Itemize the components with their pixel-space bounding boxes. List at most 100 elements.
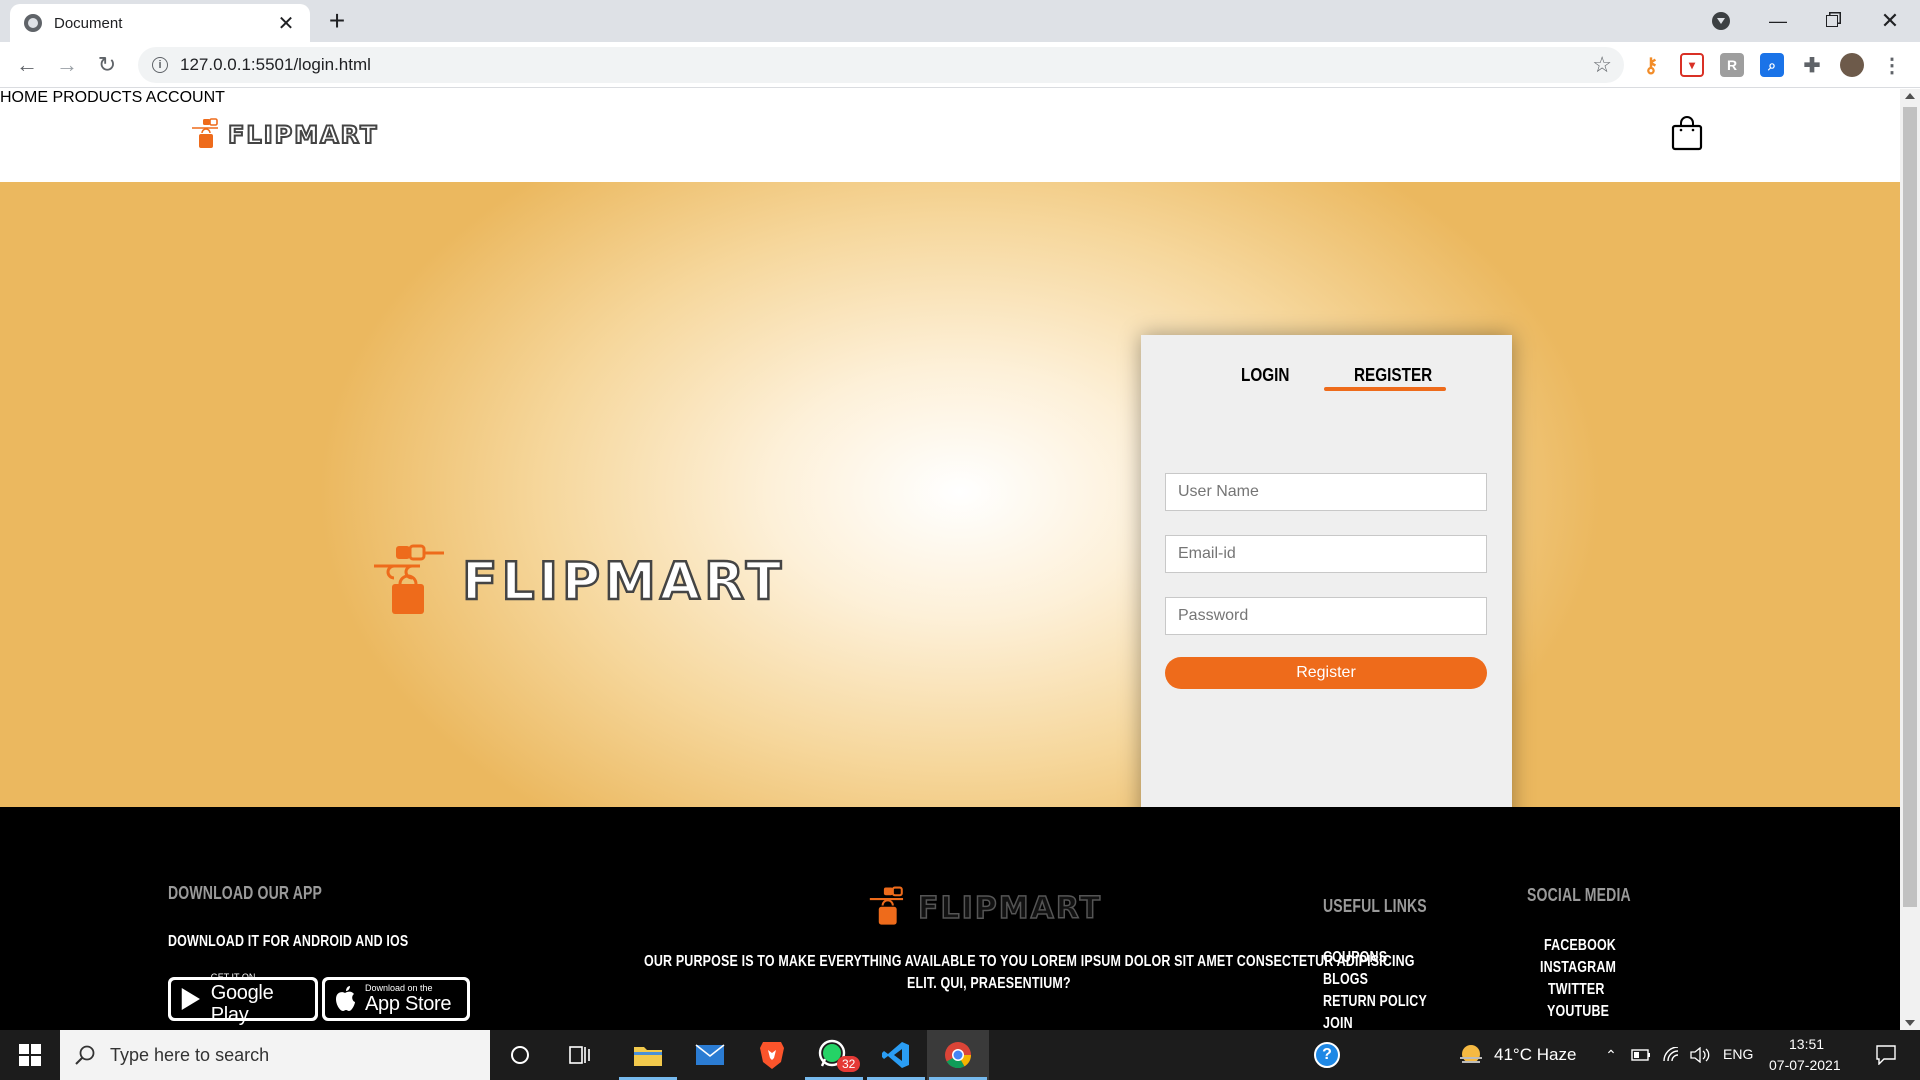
browser-tab-bar: Document ✕ + — ✕	[0, 0, 1920, 42]
new-tab-button[interactable]: +	[322, 6, 352, 36]
scroll-down-icon[interactable]	[1905, 1020, 1915, 1026]
register-tab-indicator	[1324, 387, 1446, 391]
profile-avatar[interactable]	[1840, 53, 1864, 77]
weather-haze-icon	[1456, 1030, 1486, 1080]
shopping-bag-logo-icon	[374, 544, 444, 614]
tab-title: Document	[54, 14, 123, 32]
footer-brand-text: FLIPMART	[917, 890, 1103, 927]
mail-icon[interactable]	[679, 1030, 741, 1080]
apple-icon	[336, 986, 355, 1011]
app-store-big-text: App Store	[365, 993, 452, 1015]
whatsapp-badge: 32	[837, 1056, 861, 1072]
link-youtube[interactable]: YOUTUBE	[1547, 1001, 1609, 1023]
link-return-policy[interactable]: RETURN POLICY	[1323, 991, 1427, 1013]
username-input[interactable]	[1165, 473, 1487, 511]
reader-extension-icon[interactable]: R	[1720, 53, 1744, 77]
google-play-big-text: Google Play	[210, 982, 274, 1026]
clock-time[interactable]: 13:51	[1789, 1036, 1824, 1052]
menu-kebab-icon[interactable]: ⋮	[1880, 53, 1904, 77]
tab-search-icon[interactable]	[1708, 0, 1734, 42]
brave-browser-icon[interactable]	[741, 1030, 803, 1080]
globe-icon	[24, 14, 42, 32]
file-explorer-icon[interactable]	[617, 1030, 679, 1080]
key-extension-icon[interactable]: ⚷	[1639, 53, 1663, 77]
site-header: FLIPMART HOME PRODUCTS ACCOUNT	[0, 89, 1900, 182]
taskbar-search-box[interactable]: Type here to search	[60, 1030, 490, 1080]
windows-taskbar: Type here to search 32 ? 41°C Haze ⌃ ENG…	[0, 1030, 1920, 1080]
minimize-button[interactable]: —	[1758, 0, 1798, 42]
weather-text[interactable]: 41°C Haze	[1494, 1045, 1576, 1065]
password-input[interactable]	[1165, 597, 1487, 635]
wifi-icon[interactable]	[1660, 1030, 1682, 1080]
browser-toolbar: ← → ↻ i 127.0.0.1:5501/login.html ☆ ⚷ ▾ …	[0, 42, 1920, 88]
scrollbar-thumb[interactable]	[1903, 107, 1917, 907]
cortana-icon[interactable]	[496, 1030, 544, 1080]
page-viewport: FLIPMART HOME PRODUCTS ACCOUNT FLIPMART …	[0, 89, 1900, 1030]
purpose-line-1: OUR PURPOSE IS TO MAKE EVERYTHING AVAILA…	[644, 953, 1415, 970]
close-window-button[interactable]: ✕	[1870, 0, 1910, 42]
bookmark-star-icon[interactable]: ☆	[1592, 52, 1612, 78]
header-brand-text: FLIPMART	[227, 120, 379, 150]
volume-icon[interactable]	[1688, 1030, 1712, 1080]
windows-logo-icon	[19, 1044, 41, 1066]
email-input[interactable]	[1165, 535, 1487, 573]
battery-icon[interactable]	[1630, 1030, 1652, 1080]
header-logo[interactable]: FLIPMART	[190, 117, 378, 153]
tab-close-icon[interactable]: ✕	[276, 11, 296, 36]
link-join[interactable]: JOIN	[1323, 1013, 1353, 1030]
main-nav: HOME PRODUCTS ACCOUNT	[0, 89, 1900, 107]
page-scrollbar[interactable]	[1900, 89, 1920, 1030]
screen: Document ✕ + — ✕ ← → ↻ i 127.0.0.1:5501/…	[0, 0, 1920, 1080]
address-bar[interactable]: i 127.0.0.1:5501/login.html ☆	[138, 47, 1624, 83]
site-footer: DOWNLOAD OUR APP DOWNLOAD IT FOR ANDROID…	[0, 807, 1900, 1030]
nav-products-link[interactable]: PRODUCTS	[52, 89, 142, 106]
taskbar-search-text: Type here to search	[110, 1044, 270, 1065]
auth-card: LOGIN REGISTER Register	[1141, 335, 1512, 829]
link-coupons[interactable]: COUPONS	[1323, 947, 1387, 969]
register-tab[interactable]: REGISTER	[1354, 365, 1432, 386]
login-tab[interactable]: LOGIN	[1241, 365, 1289, 386]
link-instagram[interactable]: INSTAGRAM	[1540, 957, 1616, 979]
chrome-icon[interactable]	[927, 1030, 989, 1080]
play-triangle-icon	[181, 988, 200, 1010]
hero-section: FLIPMART LOGIN REGISTER Register	[0, 182, 1900, 829]
shopping-bag-logo-icon	[869, 886, 904, 925]
useful-links-title: USEFUL LINKS	[1323, 896, 1427, 916]
purpose-line-2: ELIT. QUI, PRAESENTIUM?	[907, 975, 1071, 992]
link-twitter[interactable]: TWITTER	[1548, 979, 1605, 1001]
search-icon	[75, 1045, 95, 1065]
url-text[interactable]: 127.0.0.1:5501/login.html	[180, 55, 1592, 75]
vscode-icon[interactable]	[865, 1030, 927, 1080]
forward-arrow-icon[interactable]: →	[52, 50, 82, 80]
link-blogs[interactable]: BLOGS	[1323, 969, 1368, 991]
restore-button[interactable]	[1812, 0, 1852, 42]
tray-chevron-up-icon[interactable]: ⌃	[1600, 1030, 1622, 1080]
reload-icon[interactable]: ↻	[92, 50, 122, 80]
notifications-icon[interactable]	[1866, 1030, 1906, 1080]
start-button[interactable]	[0, 1030, 60, 1080]
back-arrow-icon[interactable]: ←	[12, 50, 42, 80]
scroll-up-icon[interactable]	[1905, 93, 1915, 99]
register-button[interactable]: Register	[1165, 657, 1487, 689]
google-play-button[interactable]: GET IT ON Google Play	[168, 972, 318, 1026]
download-app-title: DOWNLOAD OUR APP	[168, 883, 323, 903]
help-icon[interactable]: ?	[1312, 1030, 1342, 1080]
pocket-extension-icon[interactable]: ▾	[1680, 53, 1704, 77]
clock-date[interactable]: 07-07-2021	[1769, 1057, 1841, 1073]
task-view-icon[interactable]	[556, 1030, 604, 1080]
search-extension-icon[interactable]: ⌕	[1760, 53, 1784, 77]
download-app-subtitle: DOWNLOAD IT FOR ANDROID AND IOS	[168, 933, 409, 950]
browser-tab[interactable]: Document ✕	[10, 4, 310, 42]
puzzle-extensions-icon[interactable]: ✚	[1800, 53, 1824, 77]
shopping-bag-cart-icon[interactable]	[1671, 115, 1703, 151]
google-play-small-text: GET IT ON	[210, 972, 256, 982]
nav-account-link[interactable]: ACCOUNT	[146, 89, 225, 106]
link-facebook[interactable]: FACEBOOK	[1544, 935, 1616, 957]
site-info-icon[interactable]: i	[152, 57, 168, 73]
whatsapp-icon[interactable]: 32	[803, 1030, 865, 1080]
language-indicator[interactable]: ENG	[1723, 1046, 1753, 1062]
social-media-title: SOCIAL MEDIA	[1527, 885, 1631, 905]
footer-purpose: OUR PURPOSE IS TO MAKE EVERYTHING AVAILA…	[540, 951, 1440, 995]
app-store-button[interactable]: Download on the App Store	[322, 977, 470, 1021]
nav-home-link[interactable]: HOME	[0, 89, 48, 106]
